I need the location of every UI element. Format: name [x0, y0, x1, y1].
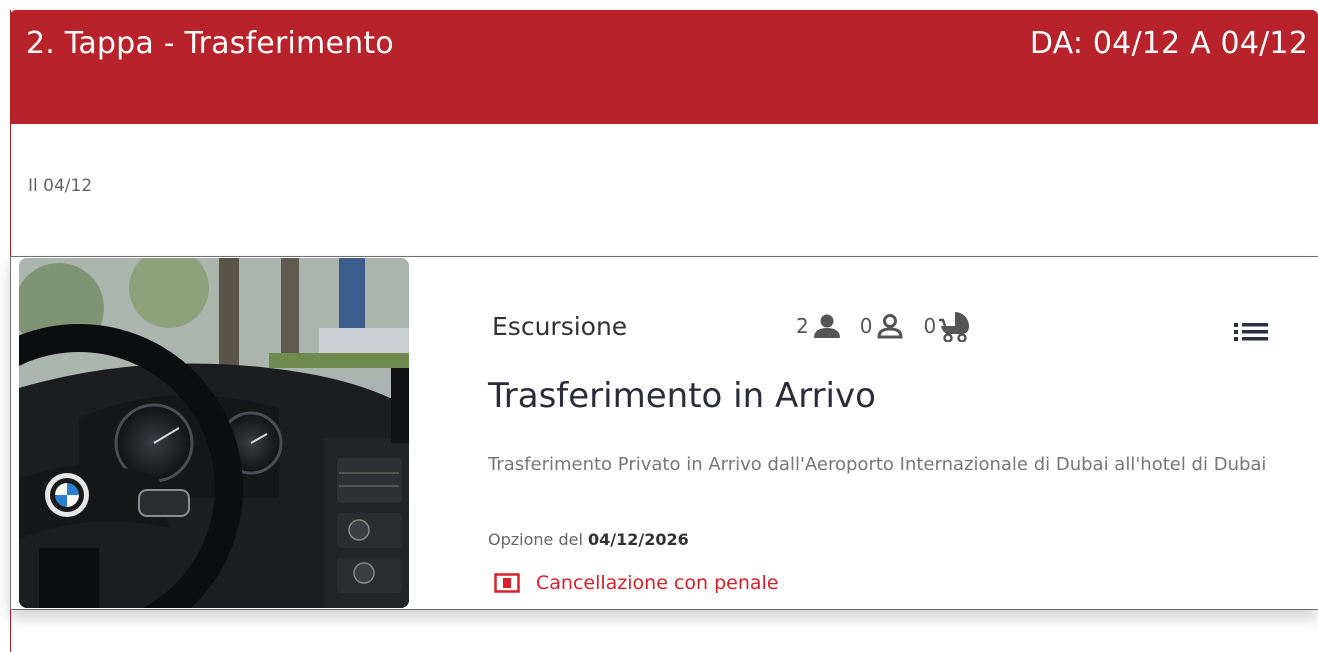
cancellation-policy: Cancellazione con penale: [494, 572, 779, 594]
adults-count: 2: [796, 314, 809, 338]
service-photo: [19, 258, 409, 608]
children-count: 0: [859, 314, 873, 338]
leg-header: 2. Tappa - Trasferimento DA: 04/12 A 04/…: [10, 10, 1318, 124]
option-date: 04/12/2026: [587, 530, 689, 549]
day-label: Il 04/12: [28, 176, 93, 196]
leg-dates: DA: 04/12 A 04/12: [1029, 26, 1308, 61]
infants-count: 0: [923, 314, 937, 338]
penalty-icon: [494, 573, 520, 593]
option-line: Opzione del 04/12/2026: [488, 530, 689, 549]
divider: [10, 256, 1318, 257]
option-prefix: Opzione del: [488, 530, 588, 549]
list-menu-icon[interactable]: [1232, 320, 1272, 344]
itinerary-stage: 2. Tappa - Trasferimento DA: 04/12 A 04/…: [0, 0, 1318, 652]
pax-counts: 2 0 0: [796, 310, 973, 342]
cancellation-text: Cancellazione con penale: [536, 572, 779, 594]
service-title: Trasferimento in Arrivo: [488, 376, 876, 416]
stroller-icon: [939, 310, 973, 342]
service-description: Trasferimento Privato in Arrivo dall'Aer…: [488, 454, 1267, 475]
leg-title: 2. Tappa - Trasferimento: [26, 26, 394, 61]
person-outline-icon: [875, 313, 905, 339]
service-type: Escursione: [492, 312, 628, 341]
person-filled-icon: [812, 313, 842, 339]
